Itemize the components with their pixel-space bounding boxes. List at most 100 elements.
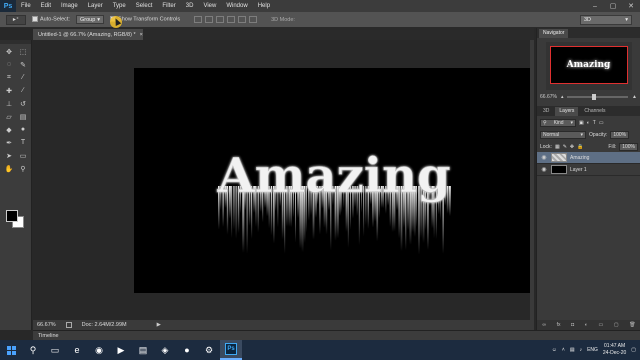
healing-brush-icon[interactable]: ✚ bbox=[3, 85, 15, 96]
file-explorer-icon[interactable]: ▤ bbox=[132, 340, 154, 360]
menu-image[interactable]: Image bbox=[56, 0, 83, 12]
fx-icon[interactable]: fx bbox=[557, 322, 561, 328]
vertical-scrollbar[interactable] bbox=[530, 40, 534, 320]
zoom-slider-knob[interactable] bbox=[591, 94, 596, 100]
menu-window[interactable]: Window bbox=[221, 0, 252, 12]
align-middle-icon[interactable] bbox=[205, 16, 214, 23]
quick-select-tool-icon[interactable]: ✎ bbox=[17, 59, 29, 70]
document-tab[interactable]: Untitled-1 @ 66.7% (Amazing, RGB/8) * × bbox=[33, 29, 143, 40]
tab-channels[interactable]: Channels bbox=[580, 107, 609, 116]
blur-tool-icon[interactable]: ◆ bbox=[3, 124, 15, 135]
fill-field[interactable]: 100% bbox=[619, 143, 638, 151]
document-canvas[interactable]: Amazing bbox=[134, 68, 534, 293]
tab-navigator[interactable]: Navigator bbox=[539, 29, 569, 38]
tab-layers[interactable]: Layers bbox=[555, 107, 579, 116]
dodge-tool-icon[interactable]: ● bbox=[17, 124, 29, 135]
minimize-button[interactable]: – bbox=[586, 0, 604, 12]
tab-3d[interactable]: 3D bbox=[539, 107, 553, 116]
pen-tool-icon[interactable]: ✒ bbox=[3, 137, 15, 148]
crop-tool-icon[interactable]: ⌗ bbox=[3, 72, 15, 83]
recorder-icon[interactable]: ● bbox=[176, 340, 198, 360]
search-icon[interactable]: ⚲ bbox=[22, 340, 44, 360]
menu-view[interactable]: View bbox=[198, 0, 221, 12]
mask-icon[interactable]: ◘ bbox=[571, 322, 574, 328]
zoom-level[interactable]: 66.67% bbox=[37, 322, 56, 328]
media-player-icon[interactable]: ▶ bbox=[110, 340, 132, 360]
filter-shape-icon[interactable]: ▭ bbox=[599, 120, 604, 126]
gradient-tool-icon[interactable]: ▤ bbox=[17, 111, 29, 122]
align-left-icon[interactable] bbox=[227, 16, 236, 23]
folder-icon[interactable]: ▭ bbox=[598, 322, 603, 328]
new-layer-icon[interactable]: ▢ bbox=[614, 322, 619, 328]
language-indicator[interactable]: ENG bbox=[587, 347, 598, 353]
menu-type[interactable]: Type bbox=[108, 0, 131, 12]
menu-file[interactable]: File bbox=[16, 0, 36, 12]
zoom-in-icon[interactable]: ▲ bbox=[632, 94, 637, 100]
task-view-icon[interactable]: ▭ bbox=[44, 340, 66, 360]
layer-filter-select[interactable]: ⚲ Kind ▾ bbox=[540, 119, 576, 127]
maximize-button[interactable]: ▢ bbox=[604, 0, 622, 12]
chevron-up-icon[interactable]: ˄ bbox=[562, 347, 565, 353]
align-top-icon[interactable] bbox=[194, 16, 203, 23]
marquee-tool-icon[interactable]: ⬚ bbox=[17, 46, 29, 57]
photoshop-task-icon[interactable]: Ps bbox=[220, 340, 242, 360]
link-icon[interactable]: ∞ bbox=[542, 322, 546, 328]
menu-select[interactable]: Select bbox=[131, 0, 158, 12]
export-icon[interactable] bbox=[65, 322, 72, 328]
volume-icon[interactable]: ♪ bbox=[580, 347, 583, 353]
hand-tool-icon[interactable]: ✋ bbox=[3, 163, 15, 174]
filter-adjust-icon[interactable]: ◐ bbox=[587, 120, 590, 126]
history-brush-icon[interactable]: ↺ bbox=[17, 98, 29, 109]
eyedropper-tool-icon[interactable]: ⁄ bbox=[17, 72, 29, 83]
path-select-icon[interactable]: ➤ bbox=[3, 150, 15, 161]
type-tool-icon[interactable]: T bbox=[17, 137, 29, 148]
auto-select-dropdown[interactable]: Group ▾ bbox=[75, 15, 105, 24]
move-tool-icon[interactable]: ✥ bbox=[3, 46, 15, 57]
timeline-panel[interactable]: Timeline bbox=[33, 330, 640, 340]
navigator-thumbnail[interactable]: Amazing bbox=[549, 46, 628, 84]
trash-icon[interactable]: 🗑 bbox=[629, 322, 635, 328]
navigator-preview[interactable]: Amazing bbox=[545, 42, 632, 90]
workspace-select[interactable]: 3D ▾ bbox=[580, 15, 632, 25]
close-button[interactable]: ✕ bbox=[622, 0, 640, 12]
foreground-color-swatch[interactable] bbox=[6, 210, 18, 222]
eye-icon[interactable]: ◉ bbox=[540, 166, 548, 173]
auto-select-checkbox[interactable]: Auto-Select: bbox=[32, 16, 70, 23]
move-tool-preset-icon[interactable]: ▸⁺ bbox=[6, 14, 26, 25]
blend-mode-select[interactable]: Normal ▾ bbox=[540, 131, 586, 139]
filter-pixel-icon[interactable]: ▣ bbox=[579, 120, 584, 126]
chrome-icon[interactable]: ◉ bbox=[88, 340, 110, 360]
lock-all-icon[interactable]: 🔒 bbox=[577, 144, 583, 150]
menu-edit[interactable]: Edit bbox=[36, 0, 56, 12]
menu-help[interactable]: Help bbox=[253, 0, 275, 12]
adjustment-icon[interactable]: ◐ bbox=[585, 322, 588, 328]
zoom-slider[interactable] bbox=[567, 94, 629, 100]
opacity-field[interactable]: 100% bbox=[610, 131, 630, 139]
network-icon[interactable]: ▤ bbox=[570, 347, 575, 353]
lock-move-icon[interactable]: ✥ bbox=[570, 144, 574, 150]
align-right-icon[interactable] bbox=[249, 16, 258, 23]
clock[interactable]: 01:47 AM 24-Dec-20 bbox=[603, 343, 626, 357]
shape-tool-icon[interactable]: ▭ bbox=[17, 150, 29, 161]
edge-icon[interactable]: e bbox=[66, 340, 88, 360]
menu-filter[interactable]: Filter bbox=[157, 0, 180, 12]
eye-icon[interactable]: ◉ bbox=[540, 154, 548, 161]
brush-tool-icon[interactable]: ∕ bbox=[17, 85, 29, 96]
start-button[interactable] bbox=[0, 340, 22, 360]
layer-row-amazing[interactable]: ◉ Amazing bbox=[537, 152, 640, 164]
lock-paint-icon[interactable]: ✎ bbox=[563, 144, 567, 150]
filter-type-icon[interactable]: T bbox=[593, 120, 596, 126]
clone-stamp-icon[interactable]: ⊥ bbox=[3, 98, 15, 109]
people-icon[interactable]: ☺ bbox=[552, 347, 557, 353]
menu-3d[interactable]: 3D bbox=[181, 0, 199, 12]
notifications-icon[interactable]: ▢ bbox=[631, 347, 636, 353]
settings-icon[interactable]: ⚙ bbox=[198, 340, 220, 360]
align-center-icon[interactable] bbox=[238, 16, 247, 23]
navigator-zoom[interactable]: 66.67% bbox=[540, 94, 557, 100]
align-bottom-icon[interactable] bbox=[216, 16, 225, 23]
layer-row-layer-1[interactable]: ◉ Layer 1 bbox=[537, 164, 640, 176]
play-arrow-icon[interactable]: ▶ bbox=[157, 322, 161, 328]
eraser-tool-icon[interactable]: ▱ bbox=[3, 111, 15, 122]
lock-pixels-icon[interactable]: ▦ bbox=[555, 144, 560, 150]
canvas-area[interactable]: Amazing bbox=[33, 40, 534, 320]
